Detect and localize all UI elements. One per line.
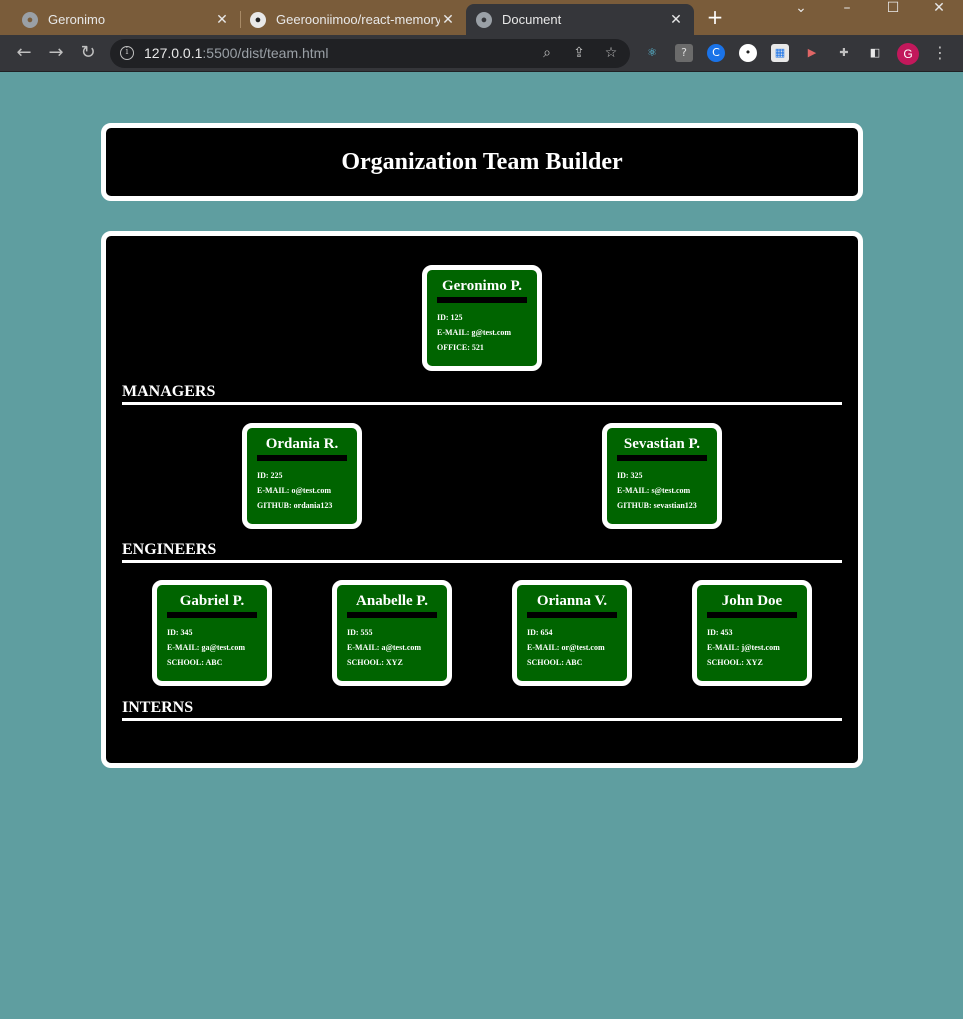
extensions-puzzle-icon[interactable]: ✚: [835, 44, 853, 62]
globe-icon: ●: [476, 11, 492, 28]
address-bar[interactable]: i 127.0.0.1:5500/dist/team.html ⌕ ⇪ ☆: [110, 39, 630, 68]
employee-github: GITHUB: sevastian123: [617, 501, 697, 510]
employee-github: GITHUB: ordania123: [257, 501, 333, 510]
url-text[interactable]: 127.0.0.1:5500/dist/team.html: [144, 45, 328, 61]
employee-name: John Doe: [707, 593, 797, 618]
employee-card: Geronimo P. ID: 125 E-MAIL: g@test.com O…: [422, 265, 542, 371]
employee-card: Ordania R. ID: 225 E-MAIL: o@test.com GI…: [242, 423, 362, 529]
employee-id: ID: 325: [617, 471, 643, 480]
employee-email: E-MAIL: s@test.com: [617, 486, 691, 495]
employee-id: ID: 225: [257, 471, 283, 480]
section-label-managers: MANAGERS: [122, 383, 842, 405]
employee-id: ID: 555: [347, 628, 373, 637]
tab-title: Geerooniimoo/react-memory-: [276, 12, 440, 27]
section-label-interns: INTERNS: [122, 699, 842, 721]
page-title: Organization Team Builder: [341, 148, 623, 175]
tab-geronimo[interactable]: ● Geronimo ✕: [12, 4, 240, 35]
close-icon[interactable]: ✕: [668, 11, 684, 28]
share-icon[interactable]: ⇪: [570, 44, 588, 62]
site-info-icon[interactable]: i: [120, 46, 134, 60]
employee-email: E-MAIL: o@test.com: [257, 486, 332, 495]
page-content: Organization Team Builder Geronimo P. ID…: [0, 73, 963, 1019]
employee-email: E-MAIL: a@test.com: [347, 643, 422, 652]
employee-name: Orianna V.: [527, 593, 617, 618]
url-path: :5500/dist/team.html: [202, 45, 329, 61]
profile-avatar[interactable]: G: [897, 43, 919, 65]
employee-name: Anabelle P.: [347, 593, 437, 618]
employee-id: ID: 125: [437, 313, 463, 322]
employee-email: E-MAIL: j@test.com: [707, 643, 780, 652]
extension-chart-icon[interactable]: ▦: [771, 44, 789, 62]
browser-toolbar: ← → ↻ i 127.0.0.1:5500/dist/team.html ⌕ …: [0, 35, 963, 72]
employee-email: E-MAIL: g@test.com: [437, 328, 512, 337]
employee-name: Gabriel P.: [167, 593, 257, 618]
employee-name: Ordania R.: [257, 436, 347, 461]
bookmark-star-icon[interactable]: ☆: [602, 44, 620, 62]
employee-school: SCHOOL: ABC: [167, 658, 223, 667]
employee-id: ID: 654: [527, 628, 553, 637]
section-label-engineers: ENGINEERS: [122, 541, 842, 563]
globe-icon: ●: [22, 11, 38, 28]
extension-dot-icon[interactable]: •: [739, 44, 757, 62]
employee-email: E-MAIL: or@test.com: [527, 643, 605, 652]
new-tab-button[interactable]: +: [704, 6, 726, 30]
back-button[interactable]: ←: [12, 41, 36, 65]
employee-name: Sevastian P.: [617, 436, 707, 461]
extension-play-icon[interactable]: ▶: [803, 44, 821, 62]
maximize-button[interactable]: ☐: [870, 0, 916, 32]
employee-school: SCHOOL: ABC: [527, 658, 583, 667]
help-extension-icon[interactable]: ?: [675, 44, 693, 62]
github-icon: ●: [250, 11, 266, 28]
employee-card: Anabelle P. ID: 555 E-MAIL: a@test.com S…: [332, 580, 452, 686]
reload-button[interactable]: ↻: [76, 41, 100, 65]
employee-card: John Doe ID: 453 E-MAIL: j@test.com SCHO…: [692, 580, 812, 686]
extension-c-icon[interactable]: C: [707, 44, 725, 62]
tab-document[interactable]: ● Document ✕: [466, 4, 694, 35]
page-header: Organization Team Builder: [101, 123, 863, 201]
employee-school: SCHOOL: XYZ: [707, 658, 763, 667]
employee-id: ID: 453: [707, 628, 733, 637]
employee-card: Orianna V. ID: 654 E-MAIL: or@test.com S…: [512, 580, 632, 686]
forward-button[interactable]: →: [44, 41, 68, 65]
employee-email: E-MAIL: ga@test.com: [167, 643, 246, 652]
close-icon[interactable]: ✕: [440, 11, 456, 28]
window-close-button[interactable]: ✕: [916, 0, 962, 32]
tab-strip: ● Geronimo ✕ ● Geerooniimoo/react-memory…: [0, 0, 963, 35]
employee-school: SCHOOL: XYZ: [347, 658, 403, 667]
react-devtools-icon[interactable]: ⚛: [643, 44, 661, 62]
employee-card: Sevastian P. ID: 325 E-MAIL: s@test.com …: [602, 423, 722, 529]
side-panel-icon[interactable]: ◧: [866, 44, 884, 62]
employee-id: ID: 345: [167, 628, 193, 637]
zoom-icon[interactable]: ⌕: [538, 44, 556, 62]
employee-card: Gabriel P. ID: 345 E-MAIL: ga@test.com S…: [152, 580, 272, 686]
minimize-button[interactable]: –: [824, 0, 870, 32]
tab-search-chevron-icon[interactable]: ⌄: [778, 0, 824, 32]
tab-github-repo[interactable]: ● Geerooniimoo/react-memory- ✕: [240, 4, 466, 35]
tab-title: Geronimo: [48, 12, 106, 27]
tab-title: Document: [502, 12, 562, 27]
team-container: Geronimo P. ID: 125 E-MAIL: g@test.com O…: [101, 231, 863, 768]
employee-office: OFFICE: 521: [437, 343, 484, 352]
menu-kebab-icon[interactable]: ⋮: [932, 43, 948, 65]
employee-name: Geronimo P.: [437, 278, 527, 303]
url-host: 127.0.0.1: [144, 45, 203, 61]
close-icon[interactable]: ✕: [214, 11, 230, 28]
